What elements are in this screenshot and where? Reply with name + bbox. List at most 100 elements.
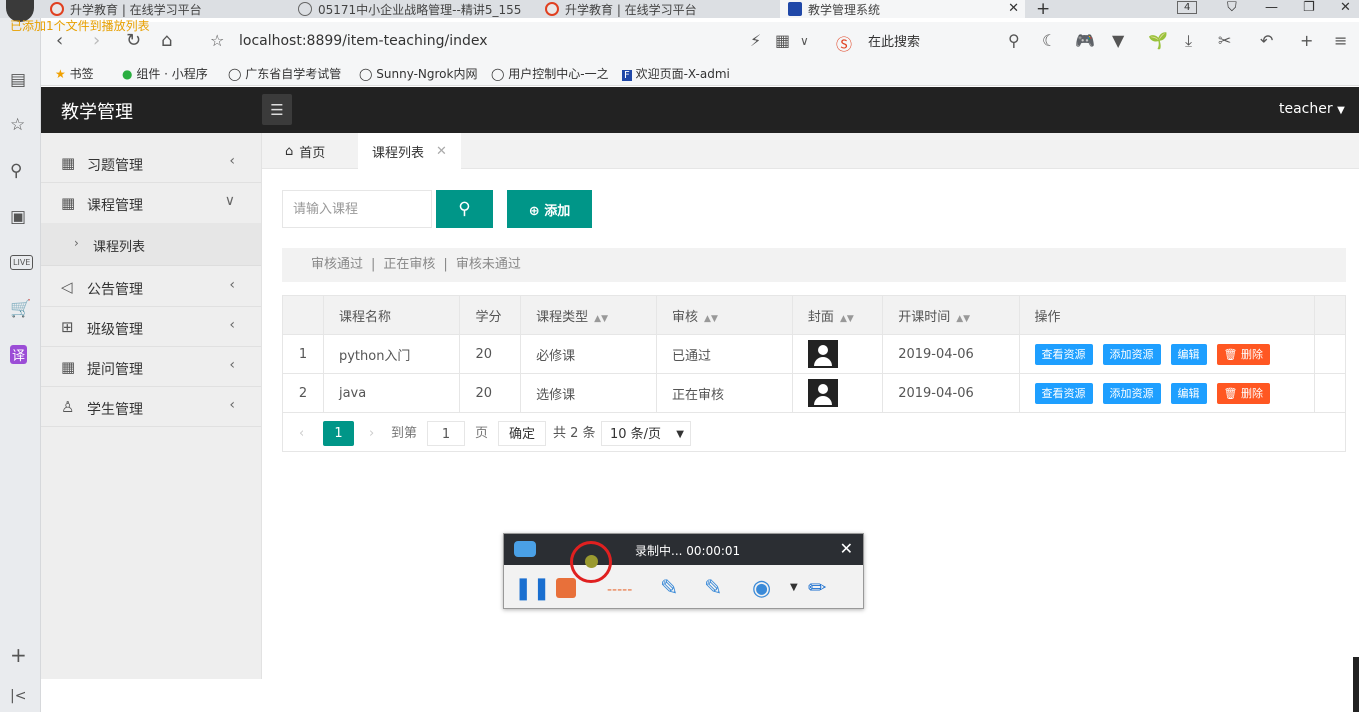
home-icon[interactable]: ⌂: [161, 30, 172, 51]
video-icon[interactable]: ▣: [10, 207, 26, 227]
delete-button[interactable]: 🗑 删除: [1216, 343, 1270, 365]
filter-rejected[interactable]: 审核未通过: [456, 257, 521, 272]
course-search-input[interactable]: [282, 190, 432, 228]
tab-course-list[interactable]: 课程列表 ✕: [358, 133, 461, 169]
tab-count-badge[interactable]: 4: [1177, 1, 1198, 14]
list-icon: ☰: [270, 100, 284, 119]
moon-icon[interactable]: ☾: [1042, 31, 1056, 50]
tab-home[interactable]: ⌂ 首页: [285, 133, 325, 169]
minimize-icon[interactable]: —: [1265, 0, 1278, 15]
calendar-icon: ▦: [61, 194, 76, 212]
reader-icon[interactable]: ▤: [10, 70, 26, 90]
add-resources-button[interactable]: 添加资源: [1102, 343, 1161, 365]
column-header[interactable]: 课程类型 ▲▼: [520, 295, 658, 335]
close-icon[interactable]: ✕: [436, 144, 447, 159]
browser-tab-4-active[interactable]: 教学管理系统 ✕: [780, 0, 1025, 18]
close-icon[interactable]: ✕: [840, 539, 853, 558]
translate-icon[interactable]: 译: [10, 345, 28, 364]
undo-icon[interactable]: ↶: [1260, 31, 1273, 50]
prev-page-icon[interactable]: ‹: [299, 421, 304, 446]
pause-icon[interactable]: ❚❚: [514, 576, 551, 601]
restore-icon[interactable]: ❐: [1303, 0, 1315, 15]
sidebar-subitem-course-list[interactable]: › 课程列表: [41, 223, 261, 266]
confirm-page-button[interactable]: 确定: [498, 421, 547, 446]
scrollbar-thumb[interactable]: [1353, 657, 1359, 712]
sidebar-item-courses[interactable]: ▦ 课程管理 ∨: [41, 183, 261, 223]
dashed-line-icon[interactable]: -----: [607, 582, 632, 598]
sogou-icon[interactable]: Ⓢ: [836, 31, 852, 55]
browser-search-field[interactable]: 在此搜索: [868, 31, 920, 50]
avatar-placeholder-icon[interactable]: [807, 340, 838, 368]
qr-code-icon[interactable]: ▦: [775, 31, 790, 50]
new-tab-icon[interactable]: +: [1036, 0, 1050, 19]
bookmark-item[interactable]: ● 组件 · 小程序: [122, 65, 208, 82]
user-menu[interactable]: teacher ▼: [1279, 101, 1345, 117]
browser-tab-1[interactable]: 升学教育 | 在线学习平台: [42, 0, 287, 18]
view-resources-button[interactable]: 查看资源: [1034, 343, 1093, 365]
column-header[interactable]: 开课时间 ▲▼: [882, 295, 1020, 335]
scissors-icon[interactable]: ✂: [1218, 31, 1231, 50]
plus-icon[interactable]: +: [1300, 31, 1313, 50]
browser-tab-2[interactable]: 05171中小企业战略管理--精讲5_155: [290, 0, 535, 18]
search-button[interactable]: ⚲: [436, 190, 493, 228]
search-icon[interactable]: ⚲: [10, 161, 22, 181]
add-course-button[interactable]: ⊕ 添加: [507, 190, 592, 228]
goto-page-input[interactable]: 1: [427, 421, 465, 446]
window-close-icon[interactable]: ✕: [1340, 0, 1351, 15]
menu-toggle-button[interactable]: ☰: [262, 94, 292, 125]
bookmark-item[interactable]: ★ 书签: [55, 65, 94, 82]
avatar-placeholder-icon[interactable]: [807, 379, 838, 407]
tab-title: 升学教育 | 在线学习平台: [565, 2, 697, 17]
add-resources-button[interactable]: 添加资源: [1102, 382, 1161, 404]
next-page-icon[interactable]: ›: [369, 421, 374, 446]
delete-button[interactable]: 🗑 删除: [1216, 382, 1270, 404]
bookmark-item[interactable]: ◯ 用户控制中心-一之: [491, 65, 609, 82]
lightning-icon[interactable]: ⚡: [750, 31, 761, 50]
column-header[interactable]: 审核 ▲▼: [656, 295, 793, 335]
edit-button[interactable]: 编辑: [1170, 343, 1207, 365]
collapse-sidebar-icon[interactable]: |<: [10, 688, 26, 704]
live-icon[interactable]: LIVE: [10, 255, 34, 270]
v-icon[interactable]: ▼: [1112, 31, 1124, 50]
cart-icon[interactable]: 🛒: [10, 299, 31, 319]
filter-reviewing[interactable]: 正在审核: [383, 257, 435, 272]
gamepad-icon[interactable]: 🎮: [1075, 31, 1095, 50]
sidebar-item-classes[interactable]: ⊞ 班级管理 ‹: [41, 307, 261, 347]
sidebar-item-exercises[interactable]: ▦ 习题管理 ‹: [41, 143, 261, 183]
sort-icon[interactable]: ▲▼: [594, 314, 608, 324]
filter-approved[interactable]: 审核通过: [311, 257, 363, 272]
sort-icon[interactable]: ▲▼: [956, 314, 970, 324]
bookmark-star-icon[interactable]: ☆: [210, 31, 224, 50]
stop-icon[interactable]: [556, 578, 576, 598]
bookmark-item[interactable]: ◯ Sunny-Ngrok内网: [359, 65, 477, 82]
caret-down-icon[interactable]: ▼: [790, 582, 798, 593]
sidebar-item-announcements[interactable]: ◁ 公告管理 ‹: [41, 267, 261, 307]
page-number-current[interactable]: 1: [323, 421, 354, 446]
column-header[interactable]: 封面 ▲▼: [791, 295, 884, 335]
sort-icon[interactable]: ▲▼: [840, 314, 854, 324]
bookmark-item[interactable]: F 欢迎页面-X-admi: [622, 65, 730, 82]
url-field[interactable]: localhost:8899/item-teaching/index: [239, 33, 488, 49]
chevron-down-icon[interactable]: ∨: [800, 34, 809, 48]
view-resources-button[interactable]: 查看资源: [1034, 382, 1093, 404]
webcam-add-icon[interactable]: ◉: [752, 576, 771, 601]
add-panel-icon[interactable]: +: [10, 643, 27, 667]
menu-icon[interactable]: ≡: [1334, 31, 1347, 50]
pen-marker-icon[interactable]: ✎: [660, 576, 678, 601]
bookmark-item[interactable]: ◯ 广东省自学考试管: [228, 65, 341, 82]
star-icon[interactable]: ☆: [10, 115, 25, 135]
pencil-icon[interactable]: ✏: [808, 576, 826, 601]
tab-close-icon[interactable]: ✕: [1008, 1, 1019, 16]
browser-tab-3[interactable]: 升学教育 | 在线学习平台: [537, 0, 777, 18]
sprout-icon[interactable]: 🌱: [1148, 31, 1168, 50]
highlighter-icon[interactable]: ✎: [704, 576, 722, 601]
page-size-select[interactable]: 10 条/页 ▼: [601, 421, 691, 446]
star-icon: ★: [55, 67, 66, 81]
edit-button[interactable]: 编辑: [1170, 382, 1207, 404]
search-icon[interactable]: ⚲: [1008, 31, 1020, 50]
download-icon[interactable]: ⤓: [1185, 31, 1192, 51]
sidebar-item-students[interactable]: ♙ 学生管理 ‹: [41, 387, 261, 427]
sidebar-item-questions[interactable]: ▦ 提问管理 ‹: [41, 347, 261, 387]
sort-icon[interactable]: ▲▼: [704, 314, 718, 324]
shirt-icon[interactable]: ⛉: [1227, 0, 1237, 15]
